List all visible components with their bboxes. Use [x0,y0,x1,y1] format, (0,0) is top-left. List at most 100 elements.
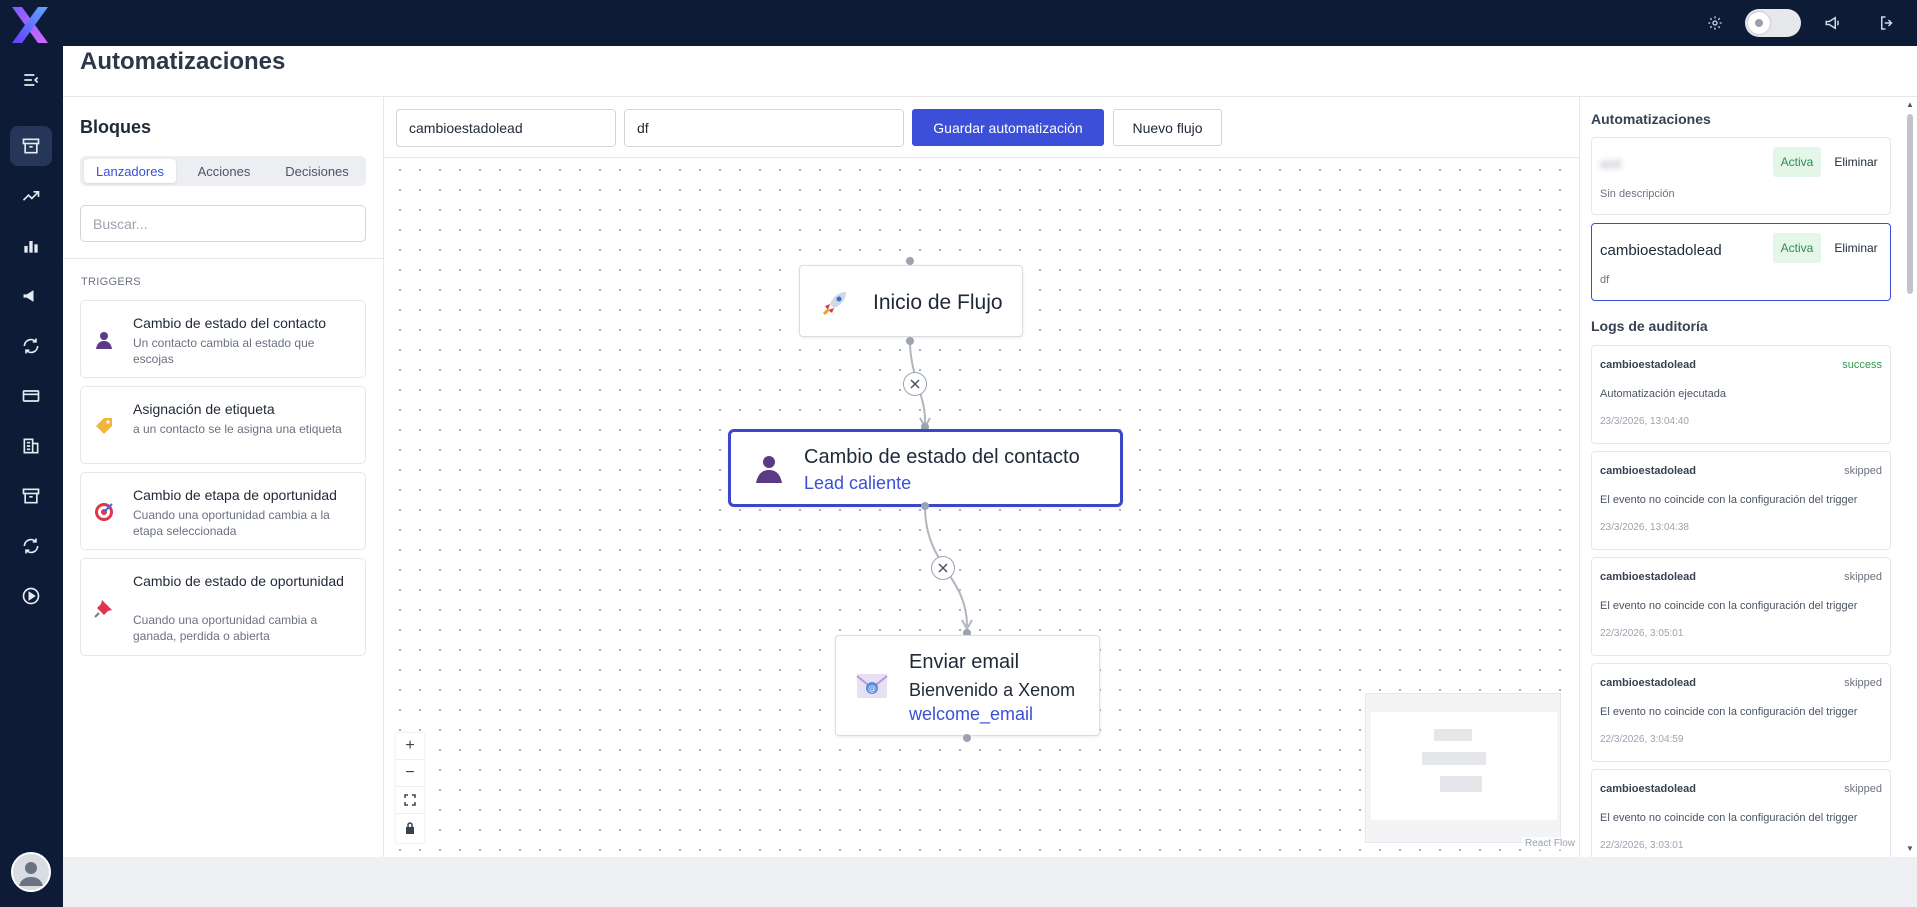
log-name: cambioestadolead [1600,783,1696,795]
action-node-bottom-handle[interactable] [963,734,971,742]
trigger-item[interactable]: Cambio de estado de oportunidad Cuando u… [80,558,366,656]
trending-up-icon[interactable] [10,176,52,216]
automation-card[interactable]: cambioestadolead Activa Eliminar df [1591,223,1891,301]
delete-edge-button[interactable] [931,556,955,580]
panel-scrollbar[interactable]: ▲ ▼ [1905,100,1915,855]
target-icon [93,501,115,523]
rocket-icon [820,286,852,318]
page-title: Automatizaciones [80,48,286,75]
minimap[interactable] [1365,693,1561,843]
log-status: skipped [1844,677,1882,689]
tab-lanzadores[interactable]: Lanzadores [84,159,176,183]
log-name: cambioestadolead [1600,677,1696,689]
trigger-item[interactable]: Cambio de estado del contacto Un contact… [80,300,366,378]
trigger-node[interactable]: Cambio de estado del contacto Lead calie… [728,429,1123,507]
svg-text:@: @ [868,684,876,693]
canvas-controls: + − [396,733,424,843]
status-badge: Activa [1773,233,1821,263]
user-avatar[interactable] [11,852,51,892]
divider [63,258,384,259]
log-status: success [1842,359,1882,371]
trigger-desc: a un contacto se le asigna una etiqueta [133,422,342,436]
toggle-knob [1748,12,1770,34]
trigger-desc: Un contacto cambia al estado que escojas [133,336,315,366]
tag-icon [93,415,115,437]
refresh-icon[interactable] [10,326,52,366]
trigger-node-title: Cambio de estado del contacto [804,446,1080,468]
log-message: El evento no coincide con la configuraci… [1600,706,1858,718]
log-date: 23/3/2026, 13:04:38 [1600,522,1689,533]
status-badge: Activa [1773,147,1821,177]
blocks-title: Bloques [80,117,152,137]
archive-box-icon[interactable] [10,126,52,166]
action-node[interactable]: @ Enviar email Bienvenido a Xenom welcom… [835,635,1100,736]
flow-canvas[interactable]: cambioestadolead df Guardar automatizaci… [384,96,1579,857]
log-entry: cambioestadolead skipped El evento no co… [1591,557,1891,656]
automation-card[interactable]: asd Activa Eliminar Sin descripción [1591,137,1891,215]
log-date: 23/3/2026, 13:04:40 [1600,416,1689,427]
log-name: cambioestadolead [1600,465,1696,477]
pushpin-icon [93,597,115,619]
lock-icon[interactable] [396,814,424,841]
trigger-name: Cambio de estado del contacto [133,315,327,331]
credit-card-icon[interactable] [10,376,52,416]
delete-button[interactable]: Eliminar [1828,147,1884,177]
trigger-item[interactable]: Asignación de etiqueta a un contacto se … [80,386,366,464]
logout-icon[interactable] [1876,12,1898,34]
start-node-bottom-handle[interactable] [906,337,914,345]
log-status: skipped [1844,783,1882,795]
action-node-subtitle: Bienvenido a Xenom [909,680,1076,700]
trigger-node-bottom-handle[interactable] [921,502,929,510]
scroll-down-arrow[interactable]: ▼ [1906,844,1914,853]
scroll-thumb[interactable] [1907,114,1913,294]
sync-icon[interactable] [10,526,52,566]
trigger-name: Cambio de estado de oportunidad [133,573,344,589]
tab-acciones[interactable]: Acciones [179,159,269,183]
tab-decisiones[interactable]: Decisiones [272,159,362,183]
log-message: El evento no coincide con la configuraci… [1600,600,1858,612]
app-logo[interactable] [10,5,50,45]
minimap-node [1434,729,1472,741]
log-status: skipped [1844,465,1882,477]
email-icon: @ [856,672,888,700]
block-tabs: Lanzadores Acciones Decisiones [80,156,366,186]
log-message: Automatización ejecutada [1600,388,1726,400]
blocks-panel: Bloques Lanzadores Acciones Decisiones B… [63,96,384,857]
collapse-menu-icon[interactable] [10,60,52,100]
archive-icon[interactable] [10,476,52,516]
play-circle-icon[interactable] [10,576,52,616]
fit-view-button[interactable] [396,787,424,814]
start-node-top-handle[interactable] [906,257,914,265]
log-date: 22/3/2026, 3:04:59 [1600,734,1684,745]
action-node-title: Enviar email [909,651,1020,673]
building-icon[interactable] [10,426,52,466]
scroll-up-arrow[interactable]: ▲ [1906,100,1914,109]
zoom-out-button[interactable]: − [396,760,424,787]
blocks-search-input[interactable]: Buscar... [80,205,366,242]
log-name: cambioestadolead [1600,359,1696,371]
log-entry: cambioestadolead success Automatización … [1591,345,1891,444]
megaphone-icon[interactable] [1822,12,1844,34]
megaphone-nav-icon[interactable] [10,276,52,316]
log-date: 22/3/2026, 3:03:01 [1600,840,1684,851]
triggers-section-label: TRIGGERS [81,276,141,288]
automation-description: Sin descripción [1600,188,1675,200]
delete-edge-button[interactable] [903,372,927,396]
trigger-desc: Cuando una oportunidad cambia a ganada, … [133,613,318,643]
theme-toggle[interactable] [1745,9,1801,37]
log-date: 22/3/2026, 3:05:01 [1600,628,1684,639]
settings-gear-icon[interactable] [1704,12,1726,34]
automations-panel: Automatizaciones asd Activa Eliminar Sin… [1579,96,1917,857]
start-node[interactable]: Inicio de Flujo [799,265,1023,337]
audit-logs-title: Logs de auditoría [1591,318,1708,334]
log-entry: cambioestadolead skipped El evento no co… [1591,769,1891,857]
bar-chart-icon[interactable] [10,226,52,266]
log-message: El evento no coincide con la configuraci… [1600,494,1858,506]
zoom-in-button[interactable]: + [396,733,424,760]
trigger-node-subtitle: Lead caliente [804,473,912,493]
automation-description: df [1600,274,1610,286]
trigger-item[interactable]: Cambio de etapa de oportunidad Cuando un… [80,472,366,550]
delete-button[interactable]: Eliminar [1828,233,1884,263]
react-flow-attribution[interactable]: React Flow [1522,837,1579,850]
automations-title: Automatizaciones [1591,111,1711,127]
